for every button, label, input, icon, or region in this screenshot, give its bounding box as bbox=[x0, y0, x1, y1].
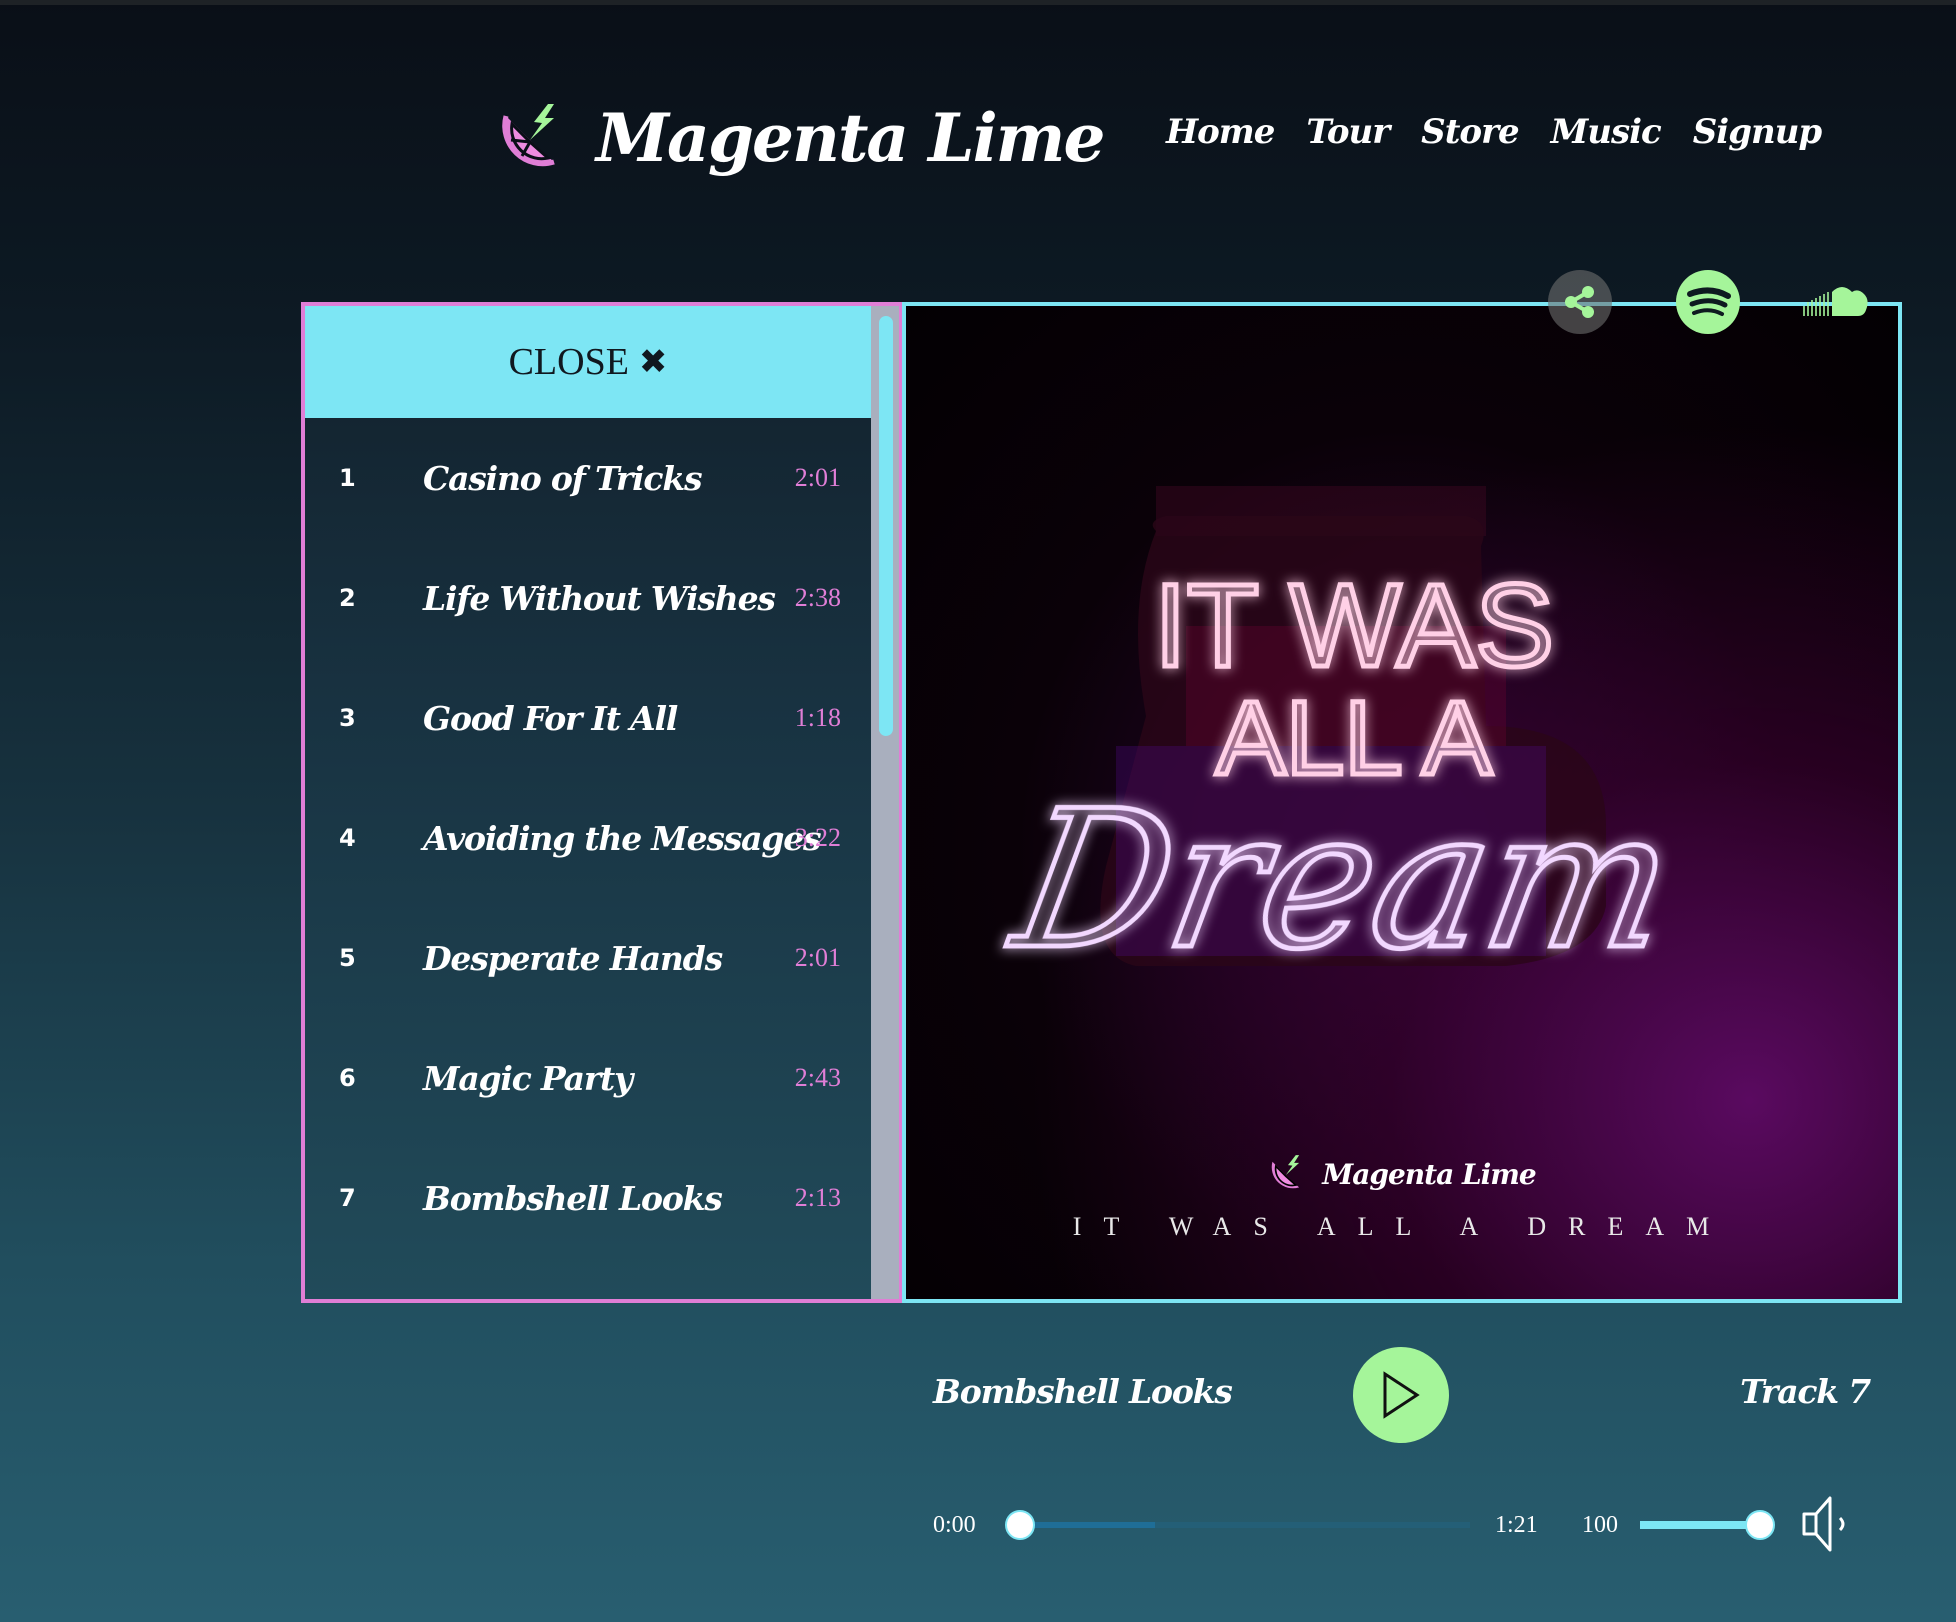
spotify-button[interactable] bbox=[1676, 270, 1740, 334]
track-title: Magic Party bbox=[423, 1058, 633, 1098]
nav-tour[interactable]: Tour bbox=[1306, 112, 1390, 152]
track-row[interactable]: 4 Avoiding the Messages 3:22 bbox=[305, 778, 871, 898]
track-number-label: Track 7 bbox=[1740, 1372, 1871, 1411]
speaker-icon[interactable] bbox=[1800, 1494, 1860, 1554]
track-title: Avoiding the Messages bbox=[423, 818, 822, 858]
seek-bar[interactable] bbox=[1020, 1522, 1470, 1528]
play-button[interactable] bbox=[1353, 1347, 1449, 1443]
volume-thumb[interactable] bbox=[1745, 1510, 1775, 1540]
total-duration: 1:21 bbox=[1495, 1512, 1538, 1538]
track-duration: 2:01 bbox=[794, 463, 841, 492]
seek-bar-buffered bbox=[1020, 1522, 1155, 1528]
track-title: Desperate Hands bbox=[423, 938, 723, 978]
now-playing-title: Bombshell Looks bbox=[933, 1372, 1233, 1411]
lime-bolt-logo-icon bbox=[1271, 1155, 1300, 1189]
scrollbar-thumb[interactable] bbox=[879, 316, 893, 736]
track-row[interactable]: 6 Magic Party 2:43 bbox=[305, 1018, 871, 1138]
share-icon bbox=[1565, 286, 1594, 318]
track-duration: 1:18 bbox=[794, 703, 841, 732]
track-number: 4 bbox=[339, 824, 356, 852]
nav-home[interactable]: Home bbox=[1166, 112, 1275, 152]
track-duration: 2:38 bbox=[794, 583, 841, 612]
window-top-edge bbox=[0, 0, 1956, 5]
track-number: 1 bbox=[339, 464, 356, 492]
nav-music[interactable]: Music bbox=[1551, 112, 1662, 152]
seek-thumb[interactable] bbox=[1005, 1510, 1035, 1540]
nav-store[interactable]: Store bbox=[1421, 112, 1519, 152]
neon-line-3: Dream bbox=[998, 770, 1689, 991]
brand-title: Magenta Lime bbox=[596, 99, 1105, 177]
track-number: 2 bbox=[339, 584, 356, 612]
track-row[interactable]: 1 Casino of Tricks 2:01 bbox=[305, 418, 871, 538]
main-nav: Home Tour Store Music Signup bbox=[1166, 112, 1822, 152]
neon-sign-image: IT WAS ALL A Dream bbox=[995, 486, 1691, 994]
track-duration: 3:22 bbox=[794, 823, 841, 852]
track-number: 7 bbox=[339, 1184, 356, 1212]
playlist-panel: CLOSE ✖ 1 Casino of Tricks 2:01 2 Life W… bbox=[301, 302, 903, 1303]
volume-value: 100 bbox=[1582, 1512, 1618, 1538]
track-row[interactable]: 2 Life Without Wishes 2:38 bbox=[305, 538, 871, 658]
track-title: Life Without Wishes bbox=[423, 578, 776, 618]
track-row[interactable]: 3 Good For It All 1:18 bbox=[305, 658, 871, 778]
soundcloud-icon bbox=[1803, 287, 1868, 316]
close-playlist-button[interactable]: CLOSE ✖ bbox=[305, 306, 871, 418]
volume-slider[interactable] bbox=[1640, 1521, 1760, 1529]
brand[interactable]: Magenta Lime bbox=[498, 88, 1105, 188]
track-list: 1 Casino of Tricks 2:01 2 Life Without W… bbox=[305, 418, 871, 1258]
close-label: CLOSE bbox=[508, 341, 629, 383]
share-button[interactable] bbox=[1548, 270, 1612, 334]
spotify-icon bbox=[1687, 287, 1731, 316]
nav-signup[interactable]: Signup bbox=[1693, 112, 1822, 152]
track-row[interactable]: 5 Desperate Hands 2:01 bbox=[305, 898, 871, 1018]
album-brand-name: Magenta Lime bbox=[1322, 1157, 1536, 1191]
neon-line-1: IT WAS bbox=[1154, 560, 1554, 692]
track-duration: 2:13 bbox=[794, 1183, 841, 1212]
track-title: Bombshell Looks bbox=[423, 1178, 723, 1218]
play-icon bbox=[1383, 1371, 1420, 1419]
track-number: 6 bbox=[339, 1064, 356, 1092]
lime-bolt-logo-icon bbox=[502, 104, 555, 167]
album-subtitle: IT WAS ALL A DREAM bbox=[1072, 1212, 1732, 1241]
track-number: 3 bbox=[339, 704, 356, 732]
track-duration: 2:01 bbox=[794, 943, 841, 972]
close-icon: ✖ bbox=[638, 342, 668, 382]
soundcloud-button[interactable] bbox=[1800, 278, 1872, 326]
track-row[interactable]: 7 Bombshell Looks 2:13 bbox=[305, 1138, 871, 1258]
current-time: 0:00 bbox=[933, 1512, 976, 1538]
track-title: Good For It All bbox=[423, 698, 678, 738]
album-art: IT WAS ALL A Dream Magenta Lime IT WAS A… bbox=[902, 302, 1902, 1303]
playlist-scrollbar[interactable] bbox=[871, 306, 899, 1299]
album-brand: Magenta Lime bbox=[906, 1154, 1898, 1194]
track-duration: 2:43 bbox=[794, 1063, 841, 1092]
track-title: Casino of Tricks bbox=[423, 458, 703, 498]
track-number: 5 bbox=[339, 944, 356, 972]
